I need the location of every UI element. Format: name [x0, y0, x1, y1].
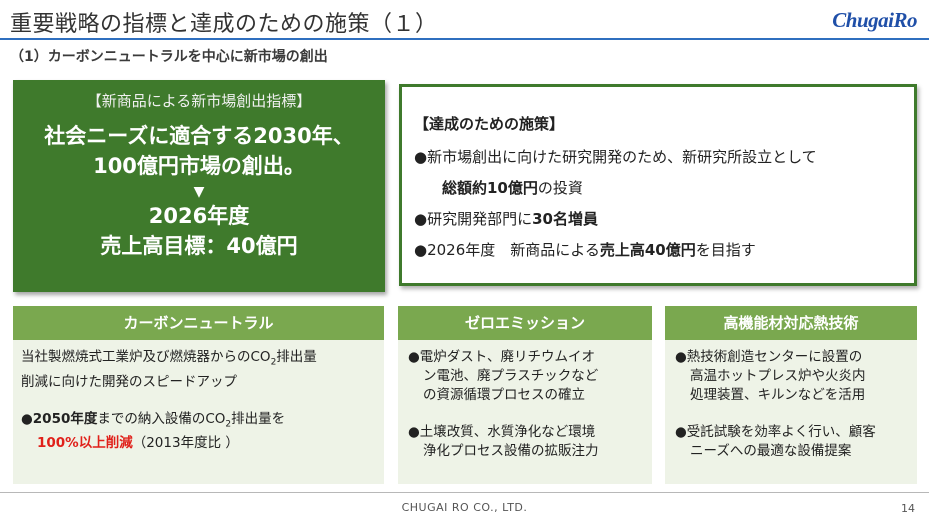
- thermal-tech-column: 高機能材対応熱技術 ●熱技術創造センターに設置の 高温ホットプレス炉や火炎内 処…: [665, 306, 917, 484]
- indicator-goal: 社会ニーズに適合する2030年、 100億円市場の創出。: [13, 121, 385, 181]
- indicator-heading: 【新商品による新市場創出指標】: [86, 92, 312, 110]
- zero-bullet2-line2: 浄化プロセス設備の拡販注力: [423, 443, 599, 459]
- zero-emission-header: ゼロエミッション: [398, 306, 652, 340]
- indicator-sales-target: 売上高目標：40億円: [100, 234, 298, 258]
- zero-bullet1-line3: の資源循環プロセスの確立: [423, 387, 585, 403]
- carbon-neutral-column: カーボンニュートラル 当社製燃焼式工業炉及び燃焼器からのCO2排出量 削減に向け…: [13, 306, 384, 484]
- measures-heading: 【達成のための施策】: [414, 115, 565, 133]
- carbon-neutral-header: カーボンニュートラル: [13, 306, 384, 340]
- indicator-target-year: 2026年度: [148, 204, 250, 228]
- staff-increase: 30名増員: [532, 210, 598, 228]
- thermal-bullet1-line2: 高温ホットプレス炉や火炎内: [690, 368, 866, 384]
- measure-item-research-lab-cont: 総額約10億円の投資: [442, 179, 583, 197]
- thermal-bullet1-line1: ●熱技術創造センターに設置の: [675, 349, 863, 365]
- zero-bullet2-line1: ●土壌改質、水質浄化など環境: [408, 424, 596, 440]
- measures-panel: 【達成のための施策】 ●新市場創出に向けた研究開発のため、新研究所設立として 総…: [399, 84, 917, 286]
- thermal-bullet2-line1: ●受託試験を効率よく行い、顧客: [675, 424, 876, 440]
- reduction-target: 100%以上削減: [37, 435, 133, 452]
- investment-amount: 総額約10億円: [442, 179, 538, 197]
- sales-amount: 売上高40億円: [599, 241, 696, 259]
- company-logo: ChugaiRo: [832, 8, 917, 32]
- thermal-bullet2-line2: ニーズへの最適な設備提案: [690, 443, 852, 459]
- page-title: 重要戦略の指標と達成のための施策（１）: [10, 12, 438, 37]
- measure-item-staff: ●研究開発部門に30名増員: [414, 210, 598, 228]
- carbon-bullet-line1: ●2050年度までの納入設備のCO2排出量を: [21, 410, 286, 430]
- carbon-text-line1: 当社製燃焼式工業炉及び燃焼器からのCO2排出量: [21, 349, 317, 368]
- measure-item-sales: ●2026年度 新商品による売上高40億円を目指す: [414, 241, 756, 259]
- thermal-tech-body: ●熱技術創造センターに設置の 高温ホットプレス炉や火炎内 処理装置、キルンなどを…: [665, 340, 917, 461]
- footer-divider: [0, 492, 929, 493]
- indicator-panel: 【新商品による新市場創出指標】 社会ニーズに適合する2030年、 100億円市場…: [13, 80, 385, 292]
- carbon-text-line2: 削減に向けた開発のスピードアップ: [21, 373, 237, 390]
- section-subtitle: （1）カーボンニュートラルを中心に新市場の創出: [10, 49, 328, 65]
- indicator-goal-line2: 100億円市場の創出。: [93, 154, 305, 178]
- carbon-neutral-body: 当社製燃焼式工業炉及び燃焼器からのCO2排出量 削減に向けた開発のスピードアップ…: [13, 340, 384, 453]
- thermal-tech-header: 高機能材対応熱技術: [665, 306, 917, 340]
- title-divider: [0, 38, 929, 40]
- footer-company: CHUGAI RO CO., LTD.: [401, 501, 528, 514]
- thermal-bullet1-line3: 処理装置、キルンなどを活用: [690, 387, 866, 403]
- indicator-goal-line1: 社会ニーズに適合する2030年、: [44, 124, 354, 148]
- measure-item-research-lab: ●新市場創出に向けた研究開発のため、新研究所設立として: [414, 148, 817, 166]
- page-number: 14: [901, 502, 915, 515]
- carbon-bullet-line2: 100%以上削減（2013年度比 ）: [37, 435, 239, 452]
- down-triangle-icon: ▼: [193, 184, 205, 200]
- zero-bullet1-line2: ン電池、廃プラスチックなど: [423, 368, 599, 384]
- zero-emission-body: ●電炉ダスト、廃リチウムイオ ン電池、廃プラスチックなど の資源循環プロセスの確…: [398, 340, 652, 461]
- zero-bullet1-line1: ●電炉ダスト、廃リチウムイオ: [408, 349, 596, 365]
- zero-emission-column: ゼロエミッション ●電炉ダスト、廃リチウムイオ ン電池、廃プラスチックなど の資…: [398, 306, 652, 484]
